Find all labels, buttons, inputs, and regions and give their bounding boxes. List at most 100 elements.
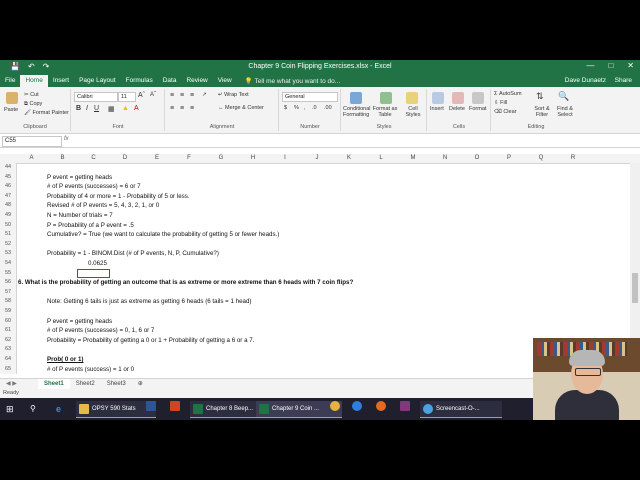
name-box[interactable]: C55 — [2, 136, 62, 147]
restore-icon[interactable]: □ — [608, 61, 613, 70]
tab-view[interactable]: View — [213, 75, 237, 87]
borders-icon[interactable]: ▦ — [108, 105, 115, 113]
format-cells-icon[interactable] — [472, 92, 484, 104]
column-header[interactable]: Q — [525, 154, 557, 163]
align-top-icon[interactable]: ≡ — [170, 92, 174, 99]
increase-decimal-icon[interactable]: .0 — [312, 105, 317, 111]
row-number[interactable]: 65 — [0, 364, 17, 375]
cut-button[interactable]: ✂ Cut — [24, 92, 39, 98]
tab-data[interactable]: Data — [158, 75, 182, 87]
column-header[interactable]: M — [397, 154, 429, 163]
word-icon[interactable] — [146, 401, 156, 417]
column-header[interactable]: H — [237, 154, 269, 163]
cell-text[interactable]: Prob( 0 or 1) — [47, 355, 83, 365]
font-name-box[interactable]: Calibri — [74, 92, 118, 102]
row-number[interactable]: 57 — [0, 287, 17, 298]
row-number[interactable]: 44 — [0, 163, 17, 173]
row-number[interactable]: 45 — [0, 172, 17, 183]
cell-text[interactable]: 0.0625 — [88, 259, 107, 269]
taskbar-app-stats[interactable]: OPSY 590 Stats — [76, 401, 156, 418]
copy-button[interactable]: ⧉ Copy — [24, 101, 42, 108]
underline-button[interactable]: U — [94, 105, 99, 112]
tab-page-layout[interactable]: Page Layout — [74, 75, 121, 87]
comma-icon[interactable]: , — [304, 105, 306, 111]
minimize-icon[interactable]: — — [586, 61, 594, 70]
chrome-icon[interactable] — [330, 401, 340, 417]
row-number[interactable]: 59 — [0, 307, 17, 317]
row-number[interactable]: 55 — [0, 268, 17, 279]
cell-text[interactable]: P = Probability of a P event = .5 — [47, 221, 134, 231]
column-header[interactable]: N — [429, 154, 461, 163]
row-number[interactable]: 50 — [0, 220, 17, 231]
row-number[interactable]: 48 — [0, 201, 17, 211]
font-size-box[interactable]: 11 — [118, 92, 136, 102]
column-header[interactable]: P — [493, 154, 525, 163]
row-number[interactable]: 51 — [0, 230, 17, 240]
cell-text[interactable]: # of P events (successes) = 6 or 7 — [47, 182, 141, 192]
align-middle-icon[interactable]: ≡ — [180, 92, 184, 99]
paste-icon[interactable] — [6, 92, 18, 104]
cell-text[interactable]: Probability = Probability of getting a 0… — [47, 336, 254, 346]
column-header[interactable]: K — [333, 154, 365, 163]
cell-text[interactable]: Note: Getting 6 tails is just as extreme… — [47, 297, 251, 307]
bold-button[interactable]: B — [76, 105, 81, 112]
align-bottom-icon[interactable]: ≡ — [190, 92, 194, 99]
align-center-icon[interactable]: ≡ — [180, 105, 184, 112]
row-number[interactable]: 53 — [0, 249, 17, 259]
column-header[interactable]: J — [301, 154, 333, 163]
format-cells-button[interactable]: Format — [469, 106, 486, 112]
column-header[interactable]: F — [173, 154, 205, 163]
cell-styles-icon[interactable] — [406, 92, 418, 104]
sheet-nav-arrows[interactable]: ◀ ▶ — [6, 380, 17, 387]
edge-icon[interactable]: e — [56, 401, 61, 417]
cell-text[interactable]: P event = getting heads — [47, 317, 112, 327]
row-number[interactable]: 54 — [0, 259, 17, 269]
row-number[interactable]: 61 — [0, 326, 17, 336]
find-select-button[interactable]: Find & Select — [554, 106, 576, 118]
autosum-button[interactable]: Σ AutoSum — [494, 91, 522, 97]
row-number[interactable]: 56 — [0, 278, 17, 288]
row-number[interactable]: 62 — [0, 335, 17, 346]
onenote-icon[interactable] — [400, 401, 410, 417]
cell-text[interactable]: Probability = 1 - BINOM.Dist (# of P eve… — [47, 249, 219, 259]
paste-button[interactable]: Paste — [4, 107, 18, 113]
format-table-button[interactable]: Format as Table — [372, 106, 398, 118]
conditional-formatting-icon[interactable] — [350, 92, 362, 104]
insert-cells-button[interactable]: Insert — [430, 106, 444, 112]
column-header[interactable]: C — [78, 154, 109, 163]
conditional-formatting-button[interactable]: Conditional Formatting — [343, 106, 371, 118]
fill-color-icon[interactable]: ▲ — [122, 105, 129, 112]
cell-text[interactable]: 6. What is the probability of getting an… — [18, 278, 353, 288]
column-header[interactable]: O — [461, 154, 493, 163]
search-icon[interactable]: ⚲ — [30, 401, 36, 417]
percent-icon[interactable]: % — [294, 105, 299, 111]
cell-text[interactable]: Revised # of P events = 5, 4, 3, 2, 1, o… — [47, 201, 159, 211]
number-format-box[interactable]: General — [282, 92, 338, 102]
column-header[interactable]: I — [269, 154, 301, 163]
browser-icon[interactable] — [352, 401, 362, 417]
row-number[interactable]: 47 — [0, 191, 17, 202]
column-header[interactable]: L — [365, 154, 397, 163]
column-header[interactable]: A — [16, 154, 47, 163]
row-number[interactable]: 58 — [0, 297, 17, 307]
format-table-icon[interactable] — [380, 92, 392, 104]
decrease-decimal-icon[interactable]: .00 — [324, 105, 332, 111]
tell-me-box[interactable]: 💡 Tell me what you want to do... — [245, 77, 340, 85]
column-header[interactable]: R — [557, 154, 589, 163]
align-left-icon[interactable]: ≡ — [170, 105, 174, 112]
font-color-icon[interactable]: A — [134, 105, 139, 112]
share-button[interactable]: Share — [615, 75, 632, 87]
tab-formulas[interactable]: Formulas — [121, 75, 158, 87]
taskbar-app-screencast[interactable]: Screencast-O-... — [420, 401, 502, 418]
tab-insert[interactable]: Insert — [48, 75, 74, 87]
selected-cell[interactable] — [77, 268, 110, 278]
user-name[interactable]: Dave Dunaetz — [565, 75, 606, 87]
row-number[interactable]: 49 — [0, 211, 17, 221]
merge-center-button[interactable]: ↔ Merge & Center — [218, 105, 264, 111]
close-icon[interactable]: ✕ — [627, 61, 634, 70]
delete-cells-icon[interactable] — [452, 92, 464, 104]
row-number[interactable]: 60 — [0, 316, 17, 327]
column-header[interactable]: E — [141, 154, 173, 163]
tab-home[interactable]: Home — [20, 75, 48, 87]
firefox-icon[interactable] — [376, 401, 386, 417]
